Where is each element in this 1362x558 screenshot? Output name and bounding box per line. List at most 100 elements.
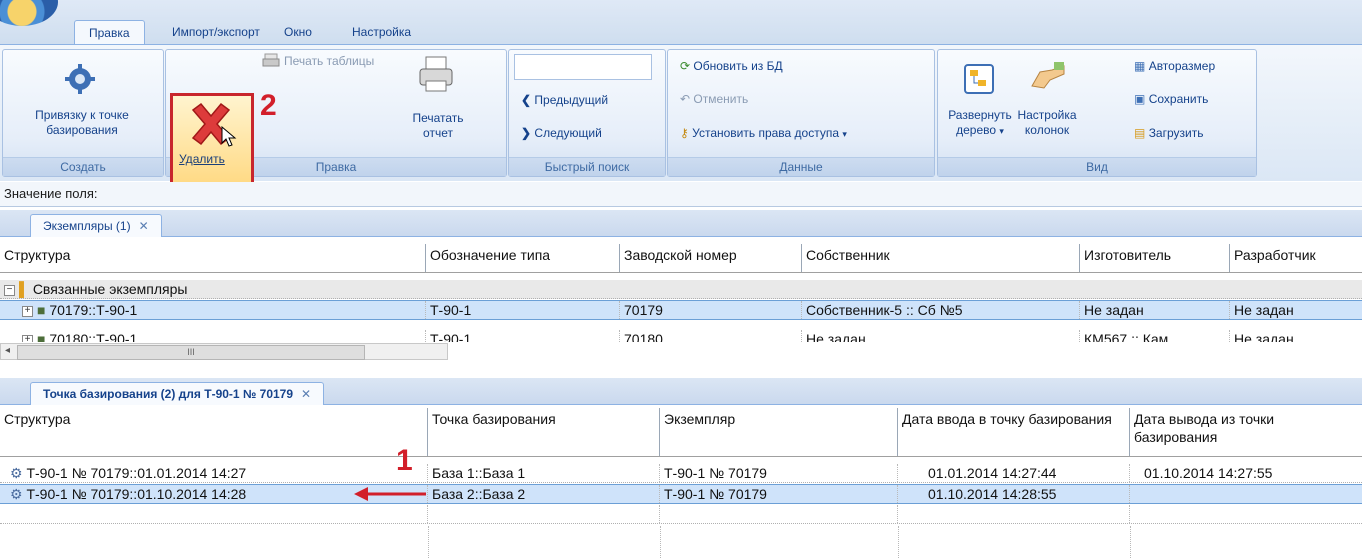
scroll-left-arrow-icon[interactable]: ◂ <box>5 345 10 356</box>
ribbon-tab-strip: Правка Импорт/экспорт Окно Настройка <box>0 0 1362 45</box>
chevron-left-icon: ❮ <box>521 93 532 107</box>
set-access-label: Установить права доступа <box>692 126 840 140</box>
row-structure: + ■ 70180::Т-90-1 <box>0 330 426 342</box>
group-data-label: Данные <box>668 157 934 176</box>
folder-icon: ▌ <box>19 281 29 297</box>
row-entry-date: 01.01.2014 14:27:44 <box>898 464 1130 482</box>
ribbon: Правка Импорт/экспорт Окно Настройка При… <box>0 0 1362 199</box>
table-row[interactable]: ⚙ Т-90-1 № 70179::01.01.2014 14:27 База … <box>0 464 1362 483</box>
expand-tree-label-1: Развернуть <box>948 108 1012 122</box>
expand-tree-label-2: дерево ▾ <box>956 123 1004 137</box>
chevron-right-icon: ❯ <box>521 126 532 140</box>
row-structure: + ■ 70179::Т-90-1 <box>0 301 426 319</box>
next-button[interactable]: ❯ Следующий <box>521 126 602 140</box>
row-serial: 70180 <box>620 330 802 342</box>
application-menu-orb-icon[interactable] <box>0 0 58 26</box>
load-label: Загрузить <box>1148 126 1204 140</box>
field-value-bar: Значение поля: <box>0 182 1362 207</box>
col-type-designation[interactable]: Обозначение типа <box>426 244 620 272</box>
scroll-thumb[interactable]: III <box>17 345 365 360</box>
bind-basing-point-button[interactable]: Привязку к точке базирования <box>3 108 161 138</box>
bottom-grid-header: Структура Точка базирования Экземпляр Да… <box>0 408 1362 457</box>
col-owner[interactable]: Собственник <box>802 244 1080 272</box>
row-owner: Собственник-5 :: Сб №5 <box>802 301 1080 319</box>
save-icon: ▣ <box>1134 92 1146 106</box>
column-settings-button[interactable]: Настройка колонок <box>1016 108 1078 138</box>
col-instance[interactable]: Экземпляр <box>660 408 898 456</box>
expand-tree-button[interactable]: Развернуть дерево ▾ <box>944 108 1016 139</box>
group-create: Привязку к точке базирования Создать <box>2 49 164 177</box>
tank-icon: ■ <box>37 331 46 342</box>
row-structure: ⚙ Т-90-1 № 70179::01.01.2014 14:27 <box>0 464 428 482</box>
refresh-label: Обновить из БД <box>693 59 783 73</box>
cancel-button[interactable]: ↶ Отменить <box>680 92 748 106</box>
col-serial-number[interactable]: Заводской номер <box>620 244 802 272</box>
set-access-rights-button[interactable]: ⚷ Установить права доступа ▾ <box>680 126 847 140</box>
tab-settings[interactable]: Настройка <box>338 20 425 44</box>
row-manufacturer: КМ567 :: Кам <box>1080 330 1230 342</box>
col-entry-date[interactable]: Дата ввода в точку базирования <box>898 408 1130 456</box>
autosize-grid-icon: ▦ <box>1134 59 1146 73</box>
table-row[interactable]: + ■ 70180::Т-90-1 Т-90-1 70180 Не задан К… <box>0 330 1362 342</box>
col-manufacturer[interactable]: Изготовитель <box>1080 244 1230 272</box>
empty-area <box>0 526 1362 558</box>
row-exit-date: 01.10.2014 14:27:55 <box>1144 465 1273 481</box>
expand-icon[interactable]: + <box>22 334 33 342</box>
horizontal-scrollbar[interactable]: ◂ III <box>0 343 448 360</box>
empty-row <box>0 505 1362 524</box>
column-settings-label-1: Настройка <box>1017 108 1077 122</box>
key-users-icon: ⚷ <box>680 126 689 140</box>
print-table-button[interactable]: Печать таблицы <box>284 54 374 68</box>
group-row[interactable]: − ▌ Связанные экземпляры <box>0 280 1362 299</box>
top-panel-tab-bar: Экземпляры (1) ✕ <box>0 210 1362 237</box>
tab-basing-points[interactable]: Точка базирования (2) для Т-90-1 № 70179… <box>30 382 325 405</box>
row-manufacturer: Не задан <box>1080 301 1230 319</box>
col-structure[interactable]: Структура <box>0 244 426 272</box>
close-icon[interactable]: ✕ <box>139 219 149 233</box>
tab-instances[interactable]: Экземпляры (1) ✕ <box>30 214 162 237</box>
col-basing-point[interactable]: Точка базирования <box>428 408 660 456</box>
print-report-button[interactable]: Печатать отчет <box>410 111 466 141</box>
row-exit-date <box>1130 485 1362 503</box>
autosize-button[interactable]: ▦ Авторазмер <box>1134 59 1215 73</box>
tab-basing-points-title: Точка базирования (2) для Т-90-1 № 70179 <box>43 387 294 401</box>
printer-icon <box>416 55 456 95</box>
row-basing-point: База 1::База 1 <box>428 464 660 482</box>
ribbon-panel: Привязку к точке базирования Создать Пра… <box>0 44 1362 199</box>
red-arrow-icon <box>352 486 428 502</box>
print-report-label-2: отчет <box>423 126 453 140</box>
col-developer[interactable]: Разработчик <box>1230 244 1362 272</box>
mouse-cursor-icon <box>221 125 237 148</box>
refresh-from-db-button[interactable]: ⟳ Обновить из БД <box>680 59 783 73</box>
annotation-step-1: 1 <box>396 444 413 477</box>
col-structure[interactable]: Структура <box>0 408 428 456</box>
dropdown-arrow-icon: ▾ <box>842 129 847 139</box>
row-basing-point: База 2::База 2 <box>428 485 660 503</box>
table-row[interactable]: + ■ 70179::Т-90-1 Т-90-1 70179 Собственни… <box>0 300 1362 320</box>
hand-columns-icon <box>1030 60 1066 92</box>
group-data: ⟳ Обновить из БД ↶ Отменить ⚷ Установить… <box>667 49 935 177</box>
tab-edit[interactable]: Правка <box>74 20 145 45</box>
group-label: Связанные экземпляры <box>32 281 188 297</box>
table-row-clip: + ■ 70180::Т-90-1 Т-90-1 70180 Не задан К… <box>0 320 1362 342</box>
quick-search-input[interactable] <box>514 54 652 80</box>
tab-window[interactable]: Окно <box>270 20 326 44</box>
expand-icon[interactable]: + <box>22 305 33 317</box>
refresh-icon: ⟳ <box>680 59 691 73</box>
col-exit-date[interactable]: Дата вывода из точки базирования <box>1130 408 1362 456</box>
row-developer: Не задан <box>1234 331 1294 342</box>
tab-import-export[interactable]: Импорт/экспорт <box>158 20 274 44</box>
tank-icon: ■ <box>37 302 46 318</box>
collapse-icon[interactable]: − <box>4 284 15 296</box>
group-quick-search: ❮ Предыдущий ❯ Следующий Быстрый поиск <box>508 49 666 177</box>
previous-label: Предыдущий <box>534 93 609 107</box>
close-icon[interactable]: ✕ <box>301 387 311 401</box>
table-row[interactable]: ⚙ Т-90-1 № 70179::01.10.2014 14:28 База … <box>0 484 1362 504</box>
save-layout-button[interactable]: ▣ Сохранить <box>1134 92 1208 106</box>
load-layout-button[interactable]: ▤ Загрузить <box>1134 126 1203 140</box>
previous-button[interactable]: ❮ Предыдущий <box>521 93 608 107</box>
undo-icon: ↶ <box>680 92 691 106</box>
next-label: Следующий <box>534 126 602 140</box>
gear-users-icon: ⚙ <box>10 486 23 502</box>
print-report-label-1: Печатать <box>412 111 464 125</box>
